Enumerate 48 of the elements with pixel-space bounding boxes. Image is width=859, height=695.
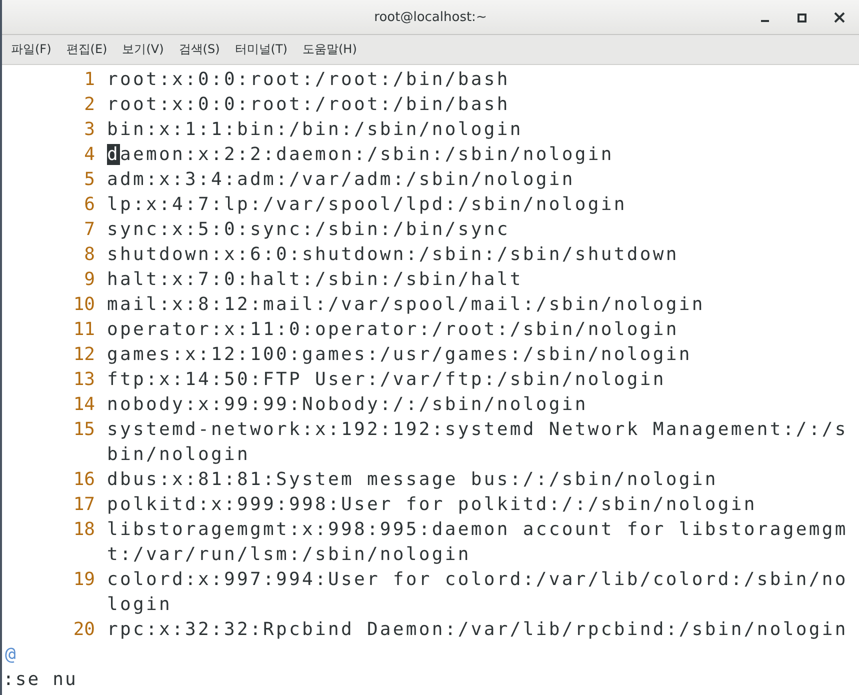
line-number: 5 [83,168,96,192]
close-icon[interactable] [834,12,845,23]
line-number: 15 [72,418,96,442]
filler-mark: @ [5,644,16,665]
line-number: 17 [72,493,96,517]
window-title: root@localhost:~ [374,10,487,24]
line-number: 9 [83,268,96,292]
menu-item[interactable]: 검색(S) [178,41,220,58]
terminal-line: mail:x:8:12:mail:/var/spool/mail:/sbin/nologin [107,293,706,317]
line-number: 19 [72,568,96,592]
terminal-line: adm:x:3:4:adm:/var/adm:/sbin/nologin [107,168,576,192]
terminal-line: bin:x:1:1:bin:/bin:/sbin/nologin [107,118,524,142]
line-number: 13 [72,368,96,392]
terminal-line: root:x:0:0:root:/root:/bin/bash [107,93,511,117]
terminal-line: operator:x:11:0:operator:/root:/sbin/nologin [107,318,680,342]
terminal-line: shutdown:x:6:0:shutdown:/sbin:/sbin/shutdown [107,243,680,267]
line-number: 16 [72,468,96,492]
terminal-line: halt:x:7:0:halt:/sbin:/sbin/halt [107,268,524,292]
terminal-line: games:x:12:100:games:/usr/games:/sbin/nologin [107,343,693,367]
terminal-line: polkitd:x:999:998:User for polkitd:/:/sbin/nologin [107,493,758,517]
line-number: 1 [83,68,96,92]
menu-item[interactable]: 터미널(T) [234,41,288,58]
line-number: 8 [83,243,96,267]
maximize-icon[interactable] [797,12,807,22]
menu-item[interactable]: 파일(F) [11,41,52,58]
line-number: 6 [83,193,96,217]
terminal-line: ftp:x:14:50:FTP User:/var/ftp:/sbin/nologin [107,368,667,392]
line-number: 4 [83,143,96,167]
terminal-line: daemon:x:2:2:daemon:/sbin:/sbin/nologin [107,143,615,167]
terminal-line: root:x:0:0:root:/root:/bin/bash [107,68,511,92]
menu-item[interactable]: 도움말(H) [302,41,357,58]
line-number: 2 [83,93,96,117]
terminal-line: lp:x:4:7:lp:/var/spool/lpd:/sbin/nologin [107,193,628,217]
line-number: 3 [83,118,96,142]
menu-item[interactable]: 편집(E) [66,41,108,58]
command-line: :se nu [3,669,78,690]
menu-item[interactable]: 보기(V) [122,41,164,58]
terminal-line: rpc:x:32:32:Rpcbind Daemon:/var/lib/rpcbind:/sbin/nologin [107,618,848,642]
line-number: 7 [83,218,96,242]
terminal-line: nobody:x:99:99:Nobody:/:/sbin/nologin [107,393,589,417]
line-number: 14 [72,393,96,417]
line-number: 10 [72,293,96,317]
line-number: 12 [72,343,96,367]
line-number: 20 [72,618,96,642]
line-number: 11 [72,318,96,342]
terminal-line: sync:x:5:0:sync:/sbin:/bin/sync [107,218,511,242]
line-number: 18 [72,518,96,542]
terminal-line: dbus:x:81:81:System message bus:/:/sbin/nologin [107,468,719,492]
